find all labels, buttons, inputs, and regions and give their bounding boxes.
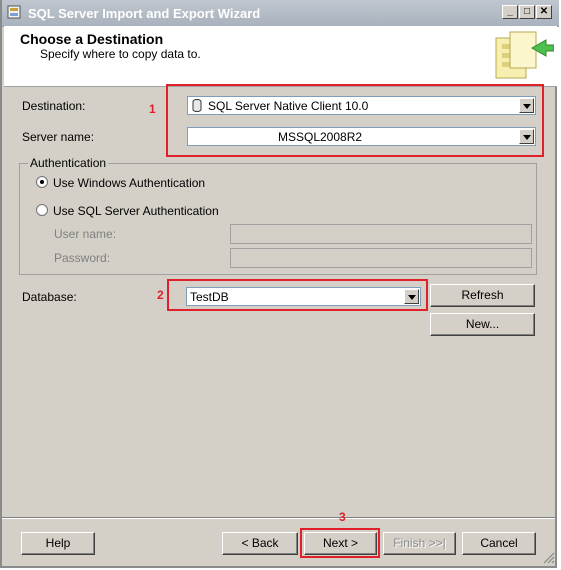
wizard-header: Choose a Destination Specify where to co… <box>4 26 557 87</box>
sql-auth-radio[interactable] <box>36 204 48 216</box>
server-name-label: Server name: <box>22 130 95 144</box>
username-label: User name: <box>54 227 117 241</box>
highlight-box-1 <box>166 84 544 157</box>
size-grip-icon[interactable] <box>543 552 555 564</box>
maximize-icon[interactable]: □ <box>519 5 535 19</box>
footer-separator <box>2 517 555 519</box>
callout-1: 1 <box>149 102 156 116</box>
title-bar: SQL Server Import and Export Wizard _ □ … <box>2 0 559 27</box>
sql-auth-label[interactable]: Use SQL Server Authentication <box>53 204 219 218</box>
cancel-button[interactable]: Cancel <box>462 532 536 555</box>
highlight-box-3 <box>300 528 380 558</box>
database-label: Database: <box>22 290 77 304</box>
back-button[interactable]: < Back <box>222 532 298 555</box>
password-field[interactable] <box>230 248 532 268</box>
highlight-box-2 <box>167 279 428 311</box>
close-icon[interactable]: ✕ <box>536 5 552 19</box>
help-button[interactable]: Help <box>21 532 95 555</box>
windows-auth-radio[interactable] <box>36 176 48 188</box>
app-icon <box>7 5 21 19</box>
page-subtitle: Specify where to copy data to. <box>40 47 201 61</box>
window-title: SQL Server Import and Export Wizard <box>28 6 261 21</box>
password-label: Password: <box>54 251 111 265</box>
windows-auth-label[interactable]: Use Windows Authentication <box>53 176 205 190</box>
page-title: Choose a Destination <box>20 31 164 47</box>
minimize-icon[interactable]: _ <box>502 5 518 19</box>
refresh-button[interactable]: Refresh <box>430 284 535 307</box>
username-field[interactable] <box>230 224 532 244</box>
destination-label: Destination: <box>22 99 86 113</box>
finish-button[interactable]: Finish >>| <box>383 532 456 555</box>
callout-2: 2 <box>157 288 164 302</box>
new-database-button[interactable]: New... <box>430 313 535 336</box>
authentication-title: Authentication <box>28 156 109 170</box>
callout-3: 3 <box>339 510 346 524</box>
wizard-graphic-icon <box>495 31 554 79</box>
